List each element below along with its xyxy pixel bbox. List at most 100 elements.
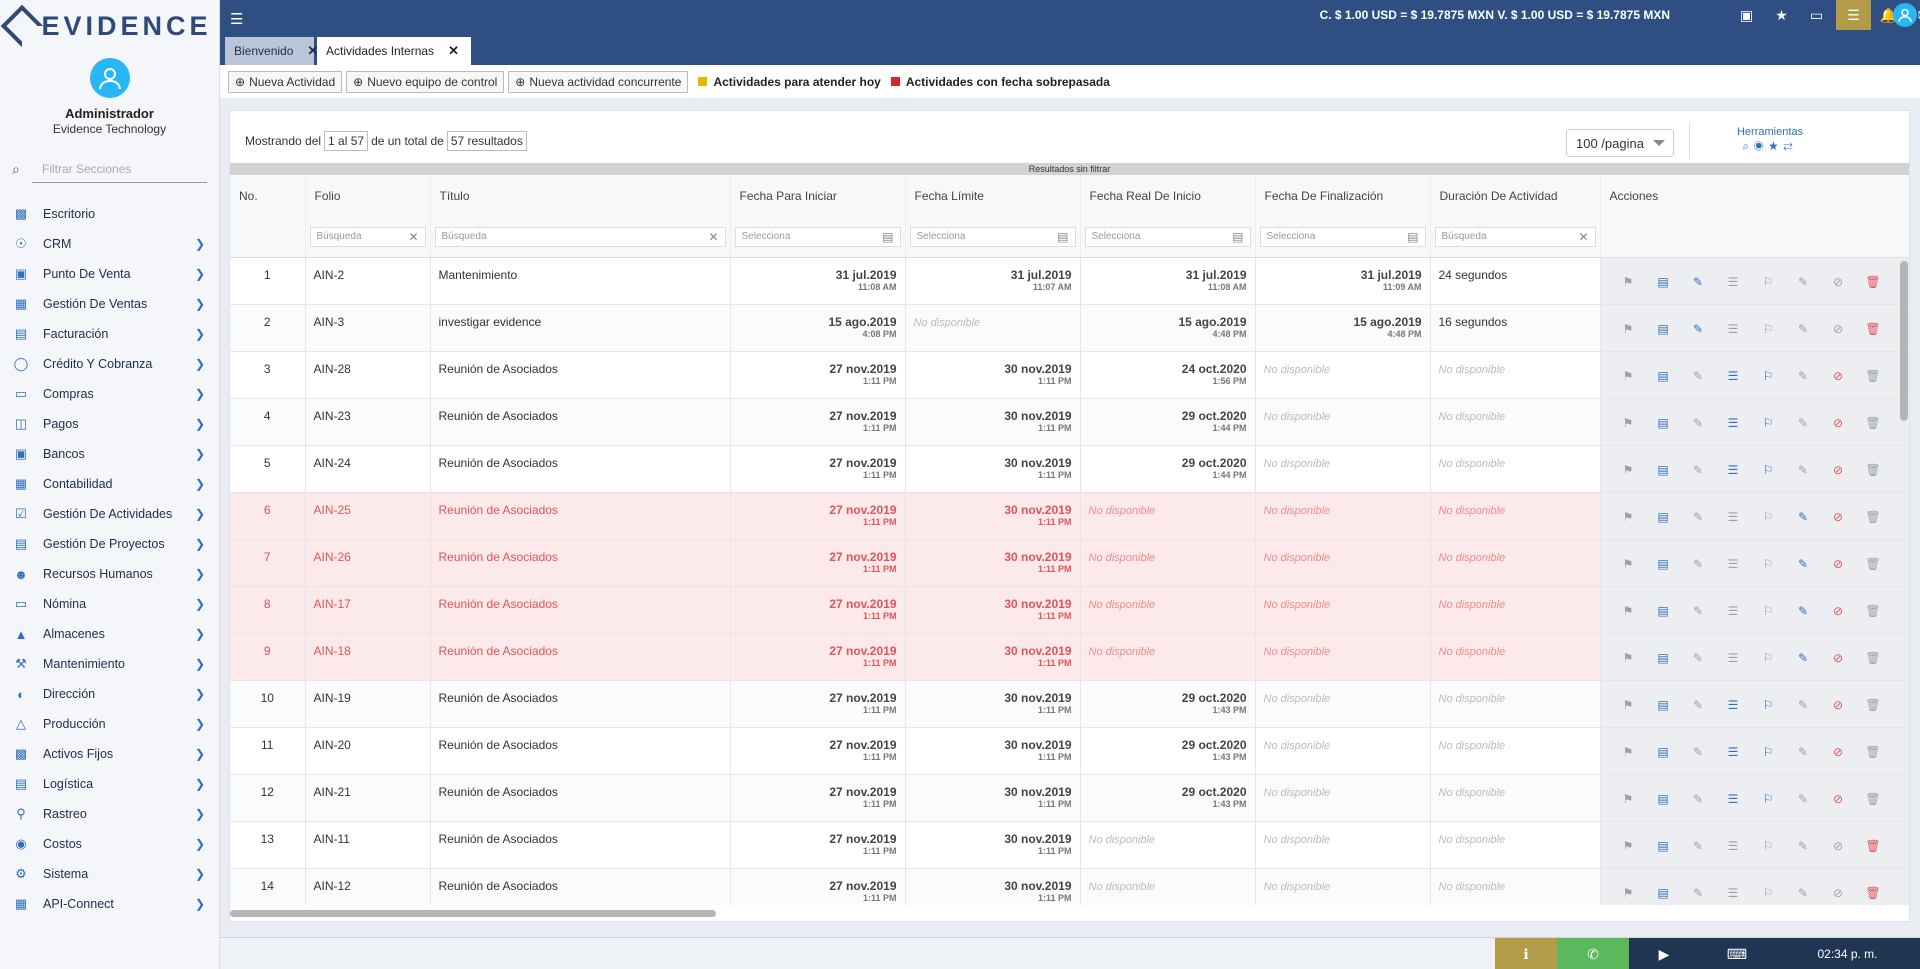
pencil-icon[interactable]: ✎ — [1681, 322, 1716, 336]
sidebar-item-gesti-n-de-proyectos[interactable]: ▤ Gestión De Proyectos ❯ — [0, 529, 219, 559]
calendar-icon[interactable]: ▤ — [1646, 557, 1681, 571]
title-cell[interactable]: Reunión de Asociados — [430, 351, 731, 399]
search-filter-input[interactable]: Búsqueda ✕ — [434, 226, 726, 247]
flag-outline-icon[interactable]: ⚐ — [1751, 792, 1786, 806]
sidebar-item-gesti-n-de-ventas[interactable]: ▦ Gestión De Ventas ❯ — [0, 289, 219, 319]
flag-outline-icon[interactable]: ⚐ — [1751, 510, 1786, 524]
flag-outline-icon[interactable]: ⚐ — [1751, 322, 1786, 336]
info-icon[interactable]: ℹ — [1495, 938, 1557, 969]
brand-logo[interactable]: EVIDENCE — [0, 0, 219, 52]
column-header[interactable]: Título — [430, 175, 731, 217]
sidebar-item-pagos[interactable]: ◫ Pagos ❯ — [0, 409, 219, 439]
trash-icon[interactable]: 🗑 — [1856, 651, 1891, 665]
sidebar-item-direcci-n[interactable]: ◐ Dirección ❯ — [0, 679, 219, 709]
column-header[interactable]: Acciones — [1600, 175, 1909, 217]
cancel-icon[interactable]: ⊘ — [1821, 275, 1856, 289]
flag-outline-icon[interactable]: ⚐ — [1751, 557, 1786, 571]
pencil-icon[interactable]: ✎ — [1681, 698, 1716, 712]
sidebar-item-bancos[interactable]: ▣ Bancos ❯ — [0, 439, 219, 469]
sidebar-item-compras[interactable]: ▭ Compras ❯ — [0, 379, 219, 409]
trash-icon[interactable]: 🗑 — [1856, 604, 1891, 618]
sidebar-item-gesti-n-de-actividades[interactable]: ☑ Gestión De Actividades ❯ — [0, 499, 219, 529]
calendar-icon[interactable]: ▤ — [1646, 604, 1681, 618]
flag-outline-icon[interactable]: ⚐ — [1751, 416, 1786, 430]
flag-icon[interactable]: ⚑ — [1611, 463, 1646, 477]
sidebar-item-almacenes[interactable]: ▲ Almacenes ❯ — [0, 619, 219, 649]
folio-cell[interactable]: AIN-19 — [305, 680, 431, 728]
star-icon[interactable]: ★ — [1768, 139, 1783, 153]
date-filter-input[interactable]: Selecciona ▤ — [1259, 226, 1426, 247]
flag-icon[interactable]: ⚑ — [1611, 839, 1646, 853]
flag-outline-icon[interactable]: ⚐ — [1751, 698, 1786, 712]
scrollbar-thumb[interactable] — [230, 910, 716, 917]
trash-icon[interactable]: 🗑 — [1856, 839, 1891, 853]
filter-sections-input[interactable] — [32, 156, 207, 183]
title-cell[interactable]: Reunión de Asociados — [430, 727, 731, 775]
folio-cell[interactable]: AIN-2 — [305, 257, 431, 305]
hide-columns-icon[interactable]: ◉ — [1754, 139, 1769, 153]
sidebar-item-recursos-humanos[interactable]: ☻ Recursos Humanos ❯ — [0, 559, 219, 589]
calendar-icon[interactable]: ▤ — [1057, 230, 1068, 244]
flag-icon[interactable]: ⚑ — [1611, 275, 1646, 289]
list-icon[interactable]: ☰ — [1716, 745, 1751, 759]
trash-icon[interactable]: 🗑 — [1856, 745, 1891, 759]
calendar-icon[interactable]: ▤ — [1232, 230, 1243, 244]
sidebar-item-mantenimiento[interactable]: ⚒ Mantenimiento ❯ — [0, 649, 219, 679]
list-icon[interactable]: ☰ — [1716, 792, 1751, 806]
window-icon[interactable]: ▭ — [1799, 0, 1834, 30]
folio-cell[interactable]: AIN-23 — [305, 398, 431, 446]
title-cell[interactable]: Reunión de Asociados — [430, 586, 731, 634]
cancel-icon[interactable]: ⊘ — [1821, 745, 1856, 759]
title-cell[interactable]: Reunión de Asociados — [430, 492, 731, 540]
pencil-icon[interactable]: ✎ — [1681, 369, 1716, 383]
whatsapp-icon[interactable]: ✆ — [1557, 938, 1629, 969]
edit-icon[interactable]: ✎ — [1786, 369, 1821, 383]
column-header[interactable]: Duración De Actividad — [1430, 175, 1601, 217]
folio-cell[interactable]: AIN-25 — [305, 492, 431, 540]
column-header[interactable]: No. — [230, 175, 306, 217]
sidebar-item-rastreo[interactable]: ⚲ Rastreo ❯ — [0, 799, 219, 829]
swap-icon[interactable]: ⇄ — [1783, 139, 1798, 153]
folio-cell[interactable]: AIN-3 — [305, 304, 431, 352]
list-icon[interactable]: ☰ — [1716, 651, 1751, 665]
title-cell[interactable]: Reunión de Asociados — [430, 398, 731, 446]
tab-actividades-internas[interactable]: Actividades Internas ✕ — [317, 37, 471, 65]
title-cell[interactable]: Reunión de Asociados — [430, 680, 731, 728]
clear-icon[interactable]: ✕ — [408, 230, 418, 244]
tab-bienvenido[interactable]: Bienvenido ✕ — [225, 37, 318, 65]
sidebar-item-activos-fijos[interactable]: ▩ Activos Fijos ❯ — [0, 739, 219, 769]
pencil-icon[interactable]: ✎ — [1681, 604, 1716, 618]
title-cell[interactable]: Reunión de Asociados — [430, 539, 731, 587]
calendar-icon[interactable]: ▤ — [1646, 463, 1681, 477]
folio-cell[interactable]: AIN-18 — [305, 633, 431, 681]
sidebar-item-facturaci-n[interactable]: ▤ Facturación ❯ — [0, 319, 219, 349]
column-header[interactable]: Fecha Para Iniciar — [730, 175, 906, 217]
flag-outline-icon[interactable]: ⚐ — [1751, 275, 1786, 289]
cancel-icon[interactable]: ⊘ — [1821, 651, 1856, 665]
edit-icon[interactable]: ✎ — [1786, 557, 1821, 571]
calendar-icon[interactable]: ▤ — [1646, 651, 1681, 665]
column-header[interactable]: Folio — [305, 175, 431, 217]
pencil-icon[interactable]: ✎ — [1681, 745, 1716, 759]
sidebar-item-producci-n[interactable]: △ Producción ❯ — [0, 709, 219, 739]
table-row[interactable]: 6 AIN-25 Reunión de Asociados 27 nov.2019 1:… — [230, 492, 1909, 540]
folio-cell[interactable]: AIN-20 — [305, 727, 431, 775]
flag-icon[interactable]: ⚑ — [1611, 792, 1646, 806]
edit-icon[interactable]: ✎ — [1786, 745, 1821, 759]
cancel-icon[interactable]: ⊘ — [1821, 510, 1856, 524]
scrollbar-thumb[interactable] — [1900, 261, 1908, 421]
pencil-icon[interactable]: ✎ — [1681, 792, 1716, 806]
edit-icon[interactable]: ✎ — [1786, 275, 1821, 289]
flag-icon[interactable]: ⚑ — [1611, 886, 1646, 900]
title-cell[interactable]: Reunión de Asociados — [430, 868, 731, 905]
cancel-icon[interactable]: ⊘ — [1821, 557, 1856, 571]
list-icon[interactable]: ☰ — [1716, 463, 1751, 477]
table-row[interactable]: 3 AIN-28 Reunión de Asociados 27 nov.2019 1:… — [230, 351, 1909, 399]
cancel-icon[interactable]: ⊘ — [1821, 886, 1856, 900]
list-icon[interactable]: ☰ — [1716, 839, 1751, 853]
trash-icon[interactable]: 🗑 — [1856, 463, 1891, 477]
table-row[interactable]: 8 AIN-17 Reunión de Asociados 27 nov.2019 1:… — [230, 586, 1909, 634]
sidebar-item-costos[interactable]: ◉ Costos ❯ — [0, 829, 219, 859]
pencil-icon[interactable]: ✎ — [1681, 651, 1716, 665]
table-row[interactable]: 12 AIN-21 Reunión de Asociados 27 nov.2019 1… — [230, 774, 1909, 822]
